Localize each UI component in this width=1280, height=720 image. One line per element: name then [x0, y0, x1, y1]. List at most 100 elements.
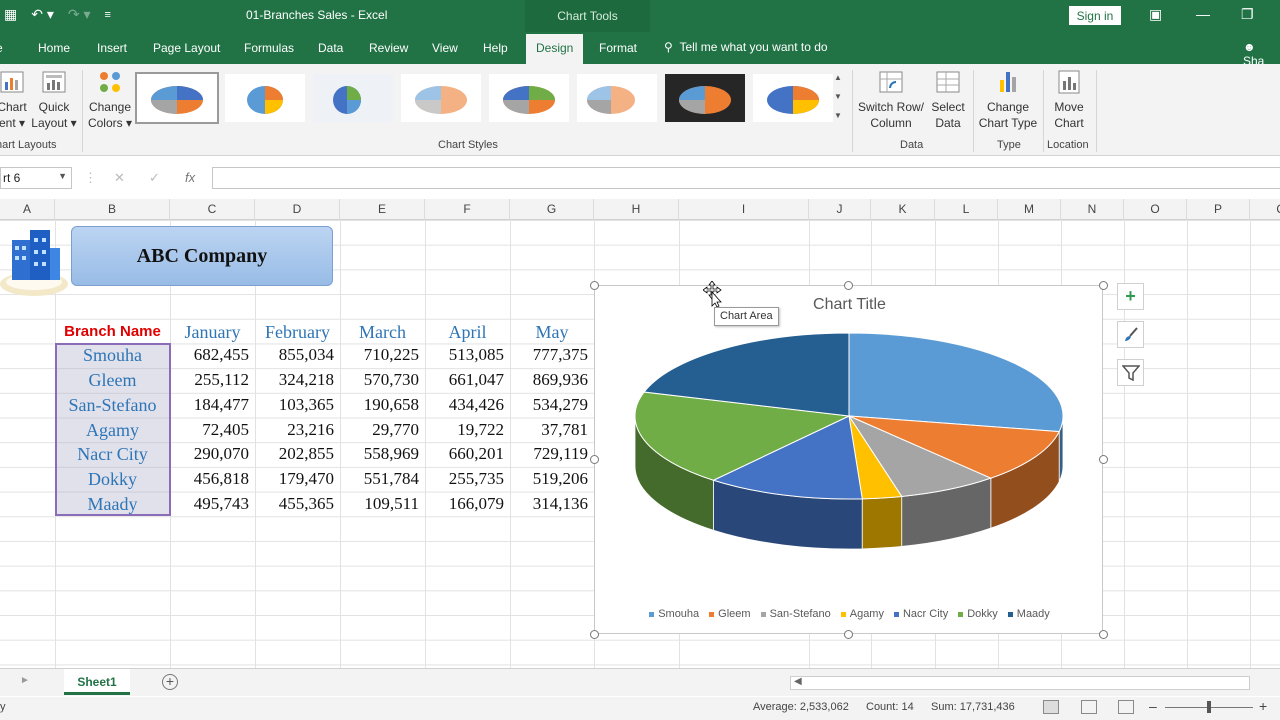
sales-cell[interactable]: 869,936	[510, 368, 594, 393]
sales-cell[interactable]: 513,085	[425, 343, 510, 368]
legend-item-nacr-city[interactable]: Nacr City	[893, 608, 948, 620]
add-sheet-button[interactable]: +	[162, 674, 178, 690]
branch-cell[interactable]: Nacr City	[56, 442, 169, 467]
column-header-o[interactable]: O	[1124, 199, 1187, 220]
tab-help[interactable]: Help	[483, 41, 508, 55]
chart-style-5[interactable]	[489, 74, 569, 122]
column-header-g[interactable]: G	[510, 199, 594, 220]
chart-styles-button[interactable]	[1117, 321, 1144, 348]
month-header[interactable]: March	[340, 320, 425, 344]
pie-chart-area[interactable]: Chart Title Smouha Gleem San-Stefano Agamy N…	[594, 285, 1103, 634]
chart-legend[interactable]: Smouha Gleem San-Stefano Agamy Nacr City Dokk…	[595, 608, 1104, 620]
sales-cell[interactable]: 434,426	[425, 393, 510, 418]
sales-cell[interactable]: 190,658	[340, 393, 425, 418]
switch-row-column-button[interactable]: Switch Row/ Column	[856, 68, 926, 131]
resize-handle[interactable]	[844, 630, 853, 639]
month-header[interactable]: February	[255, 320, 340, 344]
scroll-left-icon[interactable]: ◀	[794, 676, 802, 687]
select-data-button[interactable]: Select Data	[928, 68, 968, 131]
chart-style-7[interactable]	[665, 74, 745, 122]
sales-cell[interactable]: 551,784	[340, 467, 425, 492]
tab-insert[interactable]: Insert	[97, 41, 127, 55]
sales-cell[interactable]: 255,735	[425, 467, 510, 492]
gallery-scroll[interactable]: ▲ ▼ ▼	[833, 68, 843, 126]
sales-cell[interactable]: 179,470	[255, 467, 340, 492]
chart-style-6[interactable]	[577, 74, 657, 122]
chart-style-3[interactable]	[313, 74, 393, 122]
sales-cell[interactable]: 72,405	[170, 418, 255, 443]
column-header-q[interactable]: Q	[1250, 199, 1280, 220]
resize-handle[interactable]	[590, 455, 599, 464]
zoom-out-icon[interactable]: –	[1149, 698, 1157, 714]
sales-cell[interactable]: 29,770	[340, 418, 425, 443]
chart-style-1[interactable]	[135, 72, 219, 124]
column-header-p[interactable]: P	[1187, 199, 1250, 220]
tab-page-layout[interactable]: Page Layout	[153, 41, 220, 55]
cancel-icon[interactable]: ✕	[114, 170, 125, 186]
sales-cell[interactable]: 202,855	[255, 442, 340, 467]
sales-cell[interactable]: 290,070	[170, 442, 255, 467]
chart-filters-button[interactable]	[1117, 359, 1144, 386]
zoom-slider-thumb[interactable]	[1207, 701, 1211, 713]
company-title-shape[interactable]: ABC Company	[71, 226, 333, 286]
sales-cell[interactable]: 166,079	[425, 492, 510, 517]
tab-format[interactable]: Format	[599, 41, 637, 55]
sales-cell[interactable]: 570,730	[340, 368, 425, 393]
sales-cell[interactable]: 710,225	[340, 343, 425, 368]
column-header-f[interactable]: F	[425, 199, 510, 220]
branch-cell[interactable]: Smouha	[56, 343, 169, 368]
sales-cell[interactable]: 456,818	[170, 467, 255, 492]
legend-item-dokky[interactable]: Dokky	[958, 608, 998, 620]
branch-cell[interactable]: Agamy	[56, 418, 169, 443]
tell-me-box[interactable]: ⚲ Tell me what you want to do	[664, 40, 828, 54]
chart-style-2[interactable]	[225, 74, 305, 122]
column-header-m[interactable]: M	[998, 199, 1061, 220]
sales-cell[interactable]: 777,375	[510, 343, 594, 368]
sales-cell[interactable]: 661,047	[425, 368, 510, 393]
tab-view[interactable]: View	[432, 41, 458, 55]
column-header-i[interactable]: I	[679, 199, 809, 220]
month-header[interactable]: April	[425, 320, 510, 344]
resize-handle[interactable]	[1099, 455, 1108, 464]
month-header[interactable]: January	[170, 320, 255, 344]
customize-qat-icon[interactable]: ≡	[101, 9, 115, 21]
sales-cell[interactable]: 558,969	[340, 442, 425, 467]
resize-handle[interactable]	[1099, 281, 1108, 290]
column-header-j[interactable]: J	[809, 199, 871, 220]
quick-layout-button[interactable]: Quick Layout ▾	[30, 68, 78, 131]
column-header-d[interactable]: D	[255, 199, 340, 220]
sales-cell[interactable]: 519,206	[510, 467, 594, 492]
column-header-h[interactable]: H	[594, 199, 679, 220]
column-header-b[interactable]: B	[55, 199, 170, 220]
restore-icon[interactable]: ❐	[1241, 6, 1254, 23]
horizontal-scrollbar[interactable]: ◀	[790, 676, 1250, 690]
column-header-a[interactable]: A	[0, 199, 55, 220]
sales-cell[interactable]: 314,136	[510, 492, 594, 517]
chart-title[interactable]: Chart Title	[595, 296, 1104, 314]
sales-cell[interactable]: 682,455	[170, 343, 255, 368]
sales-cell[interactable]: 729,119	[510, 442, 594, 467]
undo-icon[interactable]: ↶ ▾	[27, 6, 58, 23]
resize-handle[interactable]	[1099, 630, 1108, 639]
legend-item-maady[interactable]: Maady	[1007, 608, 1050, 620]
sales-cell[interactable]: 23,216	[255, 418, 340, 443]
legend-item-san-stefano[interactable]: San-Stefano	[760, 608, 831, 620]
legend-item-agamy[interactable]: Agamy	[840, 608, 884, 620]
page-layout-view-icon[interactable]	[1081, 700, 1097, 714]
tab-review[interactable]: Review	[369, 41, 408, 55]
sales-cell[interactable]: 109,511	[340, 492, 425, 517]
branch-cell[interactable]: San-Stefano	[56, 393, 169, 418]
tab-home[interactable]: Home	[38, 41, 70, 55]
sales-cell[interactable]: 19,722	[425, 418, 510, 443]
sheet-tab-sheet1[interactable]: Sheet1	[64, 669, 130, 695]
move-chart-button[interactable]: Move Chart	[1048, 68, 1090, 131]
tab-formulas[interactable]: Formulas	[244, 41, 294, 55]
add-chart-element-button[interactable]: Chart ent ▾	[0, 68, 28, 131]
resize-handle[interactable]	[844, 281, 853, 290]
gallery-up-icon[interactable]: ▲	[833, 68, 843, 87]
redo-icon[interactable]: ↷ ▾	[64, 6, 95, 23]
branch-cell[interactable]: Gleem	[56, 368, 169, 393]
gallery-more-icon[interactable]: ▼	[833, 106, 843, 125]
branch-name-header[interactable]: Branch Name	[56, 320, 169, 344]
normal-view-icon[interactable]	[1043, 700, 1059, 714]
